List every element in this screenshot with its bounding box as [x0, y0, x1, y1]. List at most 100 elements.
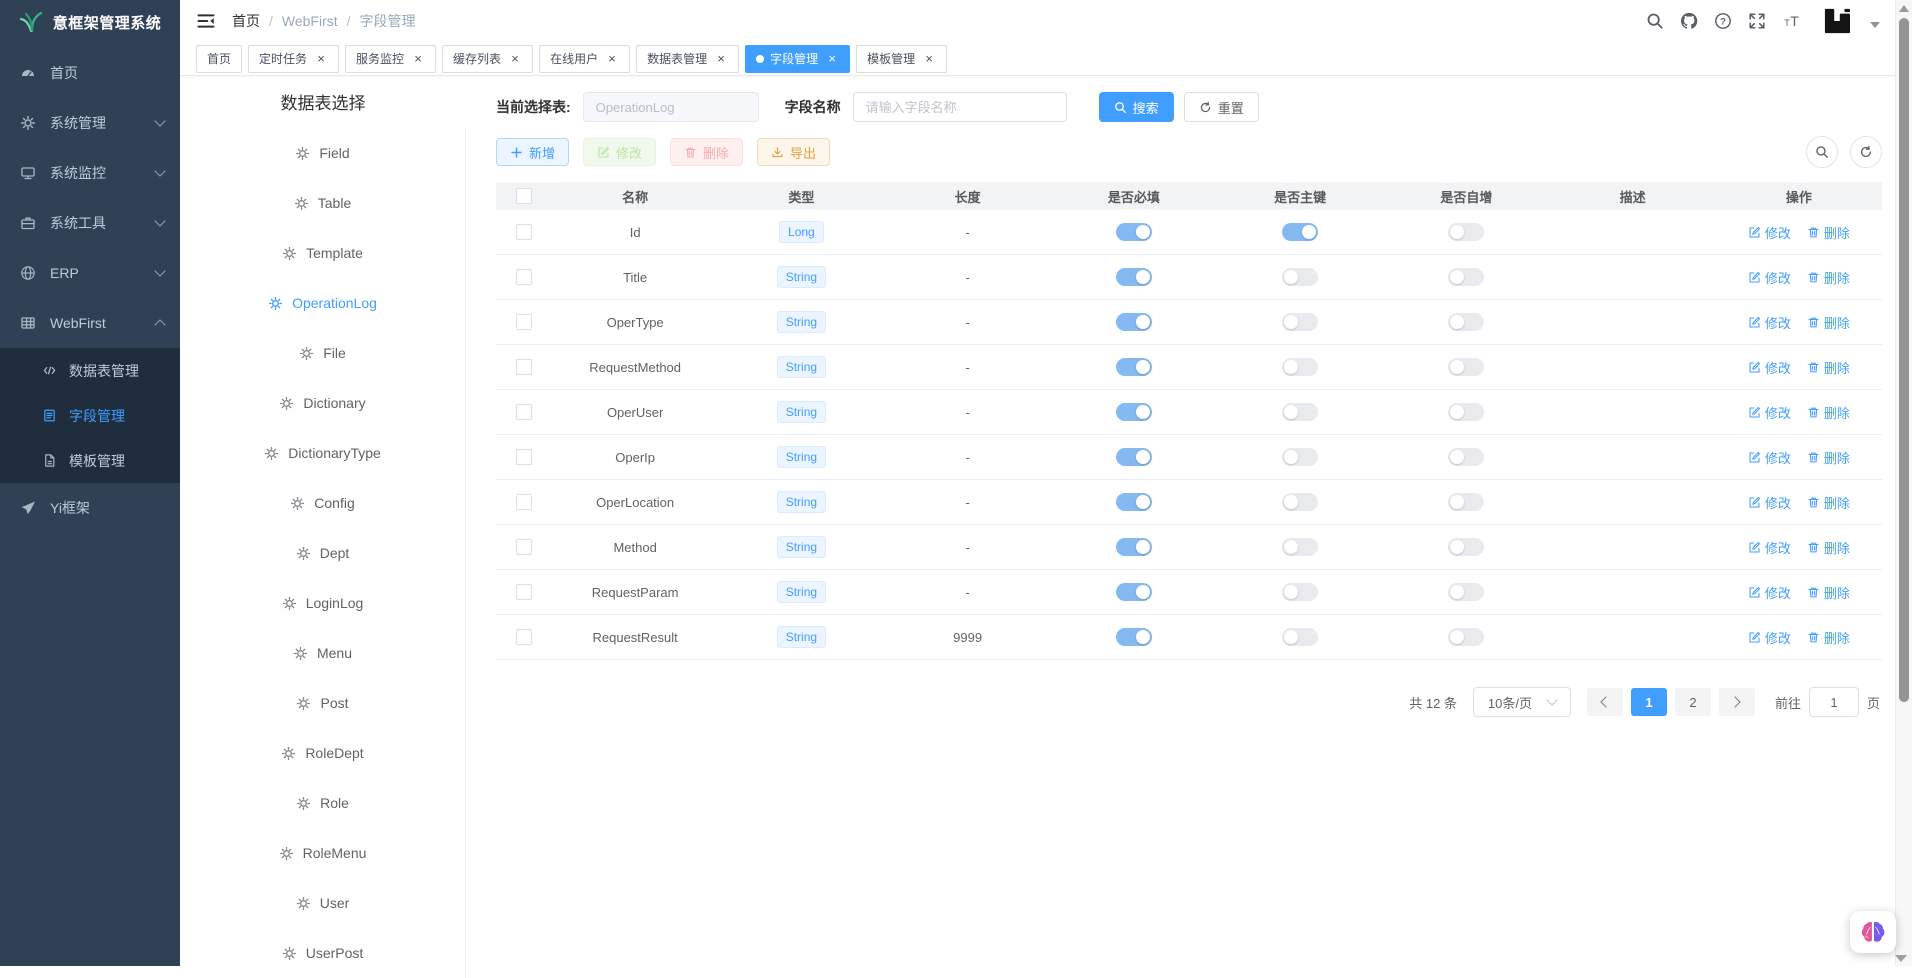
primary-switch[interactable] [1282, 628, 1318, 646]
tree-item-role[interactable]: Role [180, 778, 465, 828]
edit-button[interactable]: 修改 [583, 138, 656, 166]
row-checkbox[interactable] [516, 314, 532, 330]
primary-switch[interactable] [1282, 358, 1318, 376]
sidebar-item-home[interactable]: 首页 [0, 48, 180, 98]
tab-close-icon[interactable]: × [411, 52, 425, 66]
tab-template-manage[interactable]: 模板管理 × [856, 45, 947, 73]
tab-table-manage[interactable]: 数据表管理 × [636, 45, 739, 73]
required-switch[interactable] [1116, 628, 1152, 646]
edit-link[interactable]: 修改 [1748, 223, 1791, 242]
required-switch[interactable] [1116, 448, 1152, 466]
tree-item-loginlog[interactable]: LoginLog [180, 578, 465, 628]
tab-close-icon[interactable]: × [314, 52, 328, 66]
delete-link[interactable]: 删除 [1807, 448, 1850, 467]
tab-close-icon[interactable]: × [605, 52, 619, 66]
row-checkbox[interactable] [516, 269, 532, 285]
sidebar-subitem-template-manage[interactable]: 模板管理 [0, 438, 180, 483]
tree-item-table[interactable]: Table [180, 178, 465, 228]
increment-switch[interactable] [1448, 403, 1484, 421]
search-icon[interactable] [1646, 12, 1664, 30]
fullscreen-icon[interactable] [1748, 12, 1766, 30]
delete-link[interactable]: 删除 [1807, 313, 1850, 332]
tree-item-template[interactable]: Template [180, 228, 465, 278]
export-button[interactable]: 导出 [757, 138, 830, 166]
table-search-button[interactable] [1806, 136, 1838, 168]
tab-close-icon[interactable]: × [508, 52, 522, 66]
primary-switch[interactable] [1282, 268, 1318, 286]
tree-item-dept[interactable]: Dept [180, 528, 465, 578]
tab-home[interactable]: 首页 [196, 45, 242, 73]
primary-switch[interactable] [1282, 583, 1318, 601]
delete-link[interactable]: 删除 [1807, 583, 1850, 602]
tree-item-dictionary[interactable]: Dictionary [180, 378, 465, 428]
help-icon[interactable] [1714, 12, 1732, 30]
delete-link[interactable]: 删除 [1807, 403, 1850, 422]
increment-switch[interactable] [1448, 493, 1484, 511]
sidebar-item-system-monitor[interactable]: 系统监控 [0, 148, 180, 198]
github-icon[interactable] [1680, 12, 1698, 30]
font-size-icon[interactable] [1782, 12, 1800, 30]
scrollbar-thumb[interactable] [1899, 18, 1909, 702]
edit-link[interactable]: 修改 [1748, 538, 1791, 557]
primary-switch[interactable] [1282, 493, 1318, 511]
sidebar-subitem-field-manage[interactable]: 字段管理 [0, 393, 180, 438]
add-button[interactable]: 新增 [496, 138, 569, 166]
increment-switch[interactable] [1448, 268, 1484, 286]
required-switch[interactable] [1116, 313, 1152, 331]
select-all-checkbox[interactable] [516, 188, 532, 204]
tree-item-dictionarytype[interactable]: DictionaryType [180, 428, 465, 478]
table-refresh-button[interactable] [1850, 136, 1882, 168]
page-button-2[interactable]: 2 [1675, 688, 1711, 716]
row-checkbox[interactable] [516, 629, 532, 645]
tab-field-manage[interactable]: 字段管理 × [745, 45, 850, 73]
required-switch[interactable] [1116, 403, 1152, 421]
tree-item-operationlog[interactable]: OperationLog [180, 278, 465, 328]
edit-link[interactable]: 修改 [1748, 448, 1791, 467]
field-name-input[interactable] [853, 92, 1067, 122]
sidebar-item-system-tools[interactable]: 系统工具 [0, 198, 180, 248]
tree-item-field[interactable]: Field [180, 128, 465, 178]
required-switch[interactable] [1116, 493, 1152, 511]
edit-link[interactable]: 修改 [1748, 403, 1791, 422]
edit-link[interactable]: 修改 [1748, 268, 1791, 287]
required-switch[interactable] [1116, 268, 1152, 286]
next-page-button[interactable] [1719, 688, 1755, 716]
sidebar-toggle-icon[interactable] [196, 11, 216, 31]
primary-switch[interactable] [1282, 403, 1318, 421]
browser-scrollbar[interactable] [1895, 0, 1912, 966]
required-switch[interactable] [1116, 223, 1152, 241]
avatar-dropdown-caret-icon[interactable] [1870, 22, 1880, 28]
edit-link[interactable]: 修改 [1748, 583, 1791, 602]
required-switch[interactable] [1116, 358, 1152, 376]
prev-page-button[interactable] [1587, 688, 1623, 716]
edit-link[interactable]: 修改 [1748, 493, 1791, 512]
delete-link[interactable]: 删除 [1807, 223, 1850, 242]
tree-item-rolemenu[interactable]: RoleMenu [180, 828, 465, 878]
tree-item-post[interactable]: Post [180, 678, 465, 728]
required-switch[interactable] [1116, 583, 1152, 601]
increment-switch[interactable] [1448, 538, 1484, 556]
delete-button[interactable]: 删除 [670, 138, 743, 166]
increment-switch[interactable] [1448, 313, 1484, 331]
delete-link[interactable]: 删除 [1807, 493, 1850, 512]
search-button[interactable]: 搜索 [1099, 92, 1174, 122]
scroll-up-arrow-icon[interactable] [1899, 5, 1909, 12]
row-checkbox[interactable] [516, 449, 532, 465]
tab-close-icon[interactable]: × [825, 52, 839, 66]
delete-link[interactable]: 删除 [1807, 358, 1850, 377]
page-button-1[interactable]: 1 [1631, 688, 1667, 716]
tab-online-users[interactable]: 在线用户 × [539, 45, 630, 73]
reset-button[interactable]: 重置 [1184, 92, 1259, 122]
increment-switch[interactable] [1448, 358, 1484, 376]
tab-service-monitor[interactable]: 服务监控 × [345, 45, 436, 73]
tree-item-userpost[interactable]: UserPost [180, 928, 465, 978]
primary-switch[interactable] [1282, 538, 1318, 556]
primary-switch[interactable] [1282, 223, 1318, 241]
increment-switch[interactable] [1448, 583, 1484, 601]
increment-switch[interactable] [1448, 448, 1484, 466]
delete-link[interactable]: 删除 [1807, 538, 1850, 557]
sidebar-item-yi-framework[interactable]: Yi框架 [0, 483, 180, 533]
edit-link[interactable]: 修改 [1748, 313, 1791, 332]
breadcrumb-webfirst[interactable]: WebFirst [282, 13, 338, 29]
row-checkbox[interactable] [516, 404, 532, 420]
